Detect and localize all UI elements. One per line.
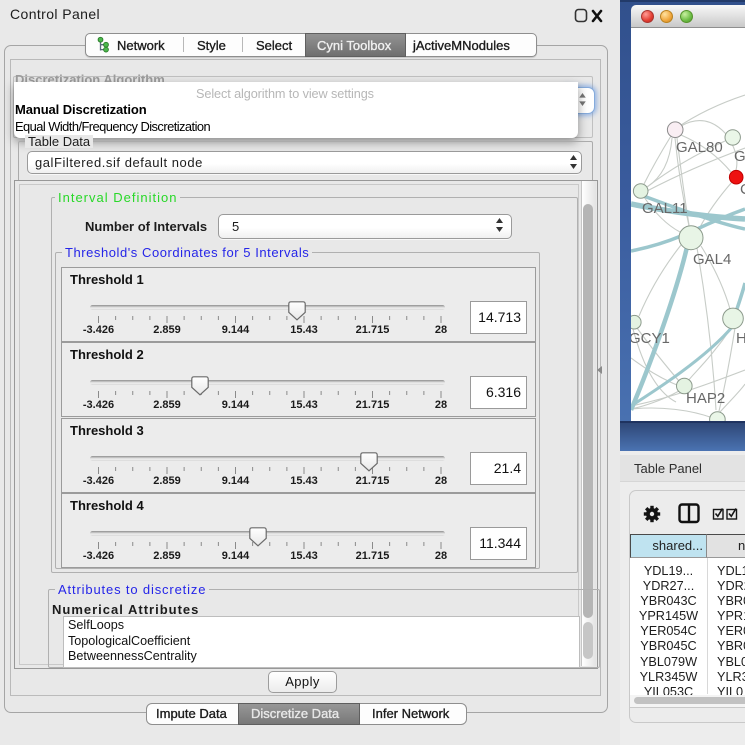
svg-text:H: H bbox=[736, 330, 745, 347]
svg-text:GAL80: GAL80 bbox=[676, 139, 723, 156]
svg-text:GA: GA bbox=[734, 148, 745, 165]
svg-text:C: C bbox=[740, 181, 745, 198]
svg-text:GAL11: GAL11 bbox=[642, 200, 688, 217]
svg-text:GCY1: GCY1 bbox=[631, 330, 670, 347]
svg-text:GAL4: GAL4 bbox=[693, 251, 731, 268]
svg-text:HAP2: HAP2 bbox=[686, 390, 725, 407]
